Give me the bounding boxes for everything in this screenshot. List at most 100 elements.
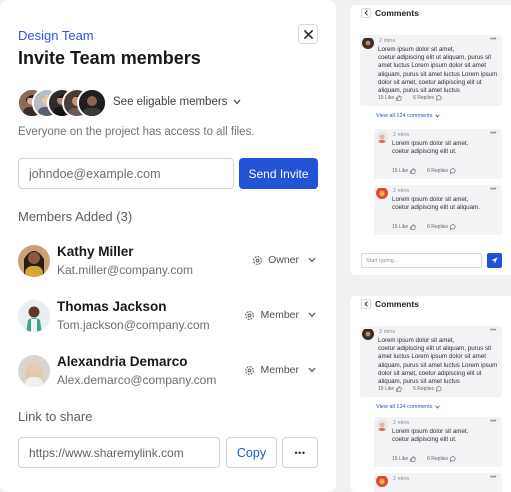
reply-card: 2 mins ••• Lorem ipsum dolor sit amet, c…: [374, 417, 502, 467]
reply-button[interactable]: 6 Replies: [427, 456, 456, 462]
reply-button[interactable]: 6 Replies: [427, 224, 456, 230]
chat-bubble-icon: [450, 456, 456, 462]
comment-time: 2 mins: [393, 188, 410, 194]
reply-button[interactable]: 6 Replies: [427, 168, 456, 174]
comment-card: 2 mins ••• Lorem ipsum dolor sit amet, c…: [360, 35, 502, 106]
more-icon: •••: [294, 447, 306, 458]
comment-line: aliquam, purus sit amet luctus Lorem ips…: [378, 361, 498, 369]
view-all-comments-link[interactable]: View all 124 comments: [376, 113, 441, 119]
close-icon: [303, 29, 313, 39]
reply-button[interactable]: 6 Replies: [413, 95, 442, 101]
comment-menu-button[interactable]: •••: [490, 186, 496, 193]
modal-title: Invite Team members: [18, 48, 201, 68]
comment-line: coetur adipiscing elit ut.: [392, 436, 457, 444]
avatar: [376, 475, 388, 487]
comment-meta: 15 Like 6 Replies: [392, 168, 456, 174]
access-note: Everyone on the project has access to al…: [18, 126, 255, 138]
comment-menu-button[interactable]: •••: [490, 418, 496, 425]
thumb-up-icon: [396, 386, 402, 392]
chat-bubble-icon: [450, 168, 456, 174]
like-count: 15 Like: [392, 168, 409, 174]
chat-bubble-icon: [436, 95, 442, 101]
comment-line: coetur adipiscing elit ut.: [392, 148, 457, 156]
like-count: 15 Like: [378, 386, 395, 392]
avatar: [18, 300, 50, 332]
invite-modal: Design Team Invite Team members See elig…: [0, 0, 336, 492]
comment-line: aliquam, purus sit amet luctus: [378, 87, 460, 95]
view-all-comments-link[interactable]: View all 124 comments: [376, 404, 441, 410]
thumb-up-icon: [410, 224, 416, 230]
send-invite-button[interactable]: Send Invite: [239, 158, 318, 189]
comment-line: amet luctus Lorem ipsum dolor sit amet: [378, 62, 486, 70]
copy-button[interactable]: Copy: [226, 437, 277, 468]
back-button[interactable]: [361, 299, 371, 309]
comment-line: coetur adipiscing elit ut aliquam, purus…: [378, 345, 492, 353]
member-row: Thomas Jackson Tom.jackson@company.com M…: [18, 298, 318, 336]
close-button[interactable]: [298, 24, 318, 44]
gear-icon: [245, 365, 255, 375]
like-count: 15 Like: [392, 224, 409, 230]
member-email: Kat.miller@company.com: [57, 263, 193, 277]
gear-icon: [245, 310, 255, 320]
chevron-left-icon: [363, 10, 368, 16]
role-label: Member: [260, 309, 299, 321]
avatar: [77, 88, 107, 118]
role-dropdown[interactable]: Member: [244, 364, 316, 376]
comment-time: 2 mins: [379, 329, 396, 335]
chat-bubble-icon: [450, 224, 456, 230]
comment-menu-button[interactable]: •••: [490, 327, 496, 334]
send-comment-button[interactable]: [487, 253, 502, 268]
like-button[interactable]: 15 Like: [392, 456, 416, 462]
email-field[interactable]: [18, 158, 234, 189]
eligible-avatar-stack[interactable]: [17, 88, 107, 118]
comment-menu-button[interactable]: •••: [490, 474, 496, 481]
comment-menu-button[interactable]: •••: [490, 36, 496, 43]
reply-card: 2 mins ••• Lorem ipsum dolor sit amet, c…: [374, 185, 502, 235]
members-heading: Members Added (3): [18, 209, 133, 224]
view-all-label: View all 124 comments: [376, 113, 433, 119]
chevron-left-icon: [363, 301, 368, 307]
comment-text: Lorem ipsum dolor sit amet, coetur adipi…: [392, 196, 480, 212]
comment-time: 2 mins: [393, 420, 410, 426]
team-label: Design Team: [18, 28, 94, 43]
comments-panel: Comments 2 mins ••• Lorem ipsum dolor si…: [350, 5, 511, 275]
comment-line: coetur adipiscing elit ut aliquam, purus…: [378, 54, 492, 62]
avatar: [376, 187, 388, 199]
share-link-field[interactable]: https://www.sharemylink.com: [18, 437, 220, 468]
comment-line: amet luctus Lorem ipsum dolor sit amet: [378, 353, 486, 361]
like-button[interactable]: 15 Like: [392, 224, 416, 230]
more-options-button[interactable]: •••: [282, 437, 318, 468]
reply-card: 2 mins ••• Lorem ipsum dolor sit amet, c…: [374, 129, 502, 179]
view-all-label: View all 124 comments: [376, 404, 433, 410]
comment-time: 2 mins: [379, 38, 396, 44]
see-eligible-members-dropdown[interactable]: See eligable members: [113, 96, 241, 108]
like-button[interactable]: 15 Like: [392, 168, 416, 174]
reply-count: 5 Replies: [413, 386, 434, 392]
avatar: [376, 131, 388, 143]
comment-text: Lorem ipsum dolor sit amet, coetur adipi…: [392, 428, 468, 444]
chevron-down-icon: [308, 257, 316, 263]
comment-text: Lorem ipsum dolor sit amet, coetur adipi…: [378, 337, 497, 386]
like-button[interactable]: 15 Like: [378, 386, 402, 392]
avatar: [376, 419, 388, 431]
member-name: Kathy Miller: [57, 244, 134, 259]
reply-button[interactable]: 5 Replies: [413, 386, 442, 392]
member-email: Tom.jackson@company.com: [57, 318, 210, 332]
role-dropdown[interactable]: Member: [244, 309, 316, 321]
like-button[interactable]: 15 Like: [378, 95, 402, 101]
comment-line: dolor sit amet, coetur adipiscing elit u…: [378, 78, 482, 86]
comment-input[interactable]: Start typing...: [361, 253, 482, 268]
back-button[interactable]: [361, 8, 371, 18]
avatar: [362, 37, 374, 49]
comment-input-placeholder: Start typing...: [366, 257, 399, 264]
comment-menu-button[interactable]: •••: [490, 130, 496, 137]
paper-plane-icon: [491, 257, 498, 264]
panel-title: Comments: [375, 8, 419, 18]
reply-count: 6 Replies: [427, 224, 448, 230]
reply-count: 6 Replies: [427, 456, 448, 462]
role-dropdown[interactable]: Owner: [252, 254, 316, 266]
comment-line: Lorem ipsum dolor sit amet,: [392, 140, 469, 147]
chat-bubble-icon: [436, 386, 442, 392]
avatar: [362, 328, 374, 340]
comments-panel: Comments 2 mins ••• Lorem ipsum dolor si…: [350, 296, 511, 492]
